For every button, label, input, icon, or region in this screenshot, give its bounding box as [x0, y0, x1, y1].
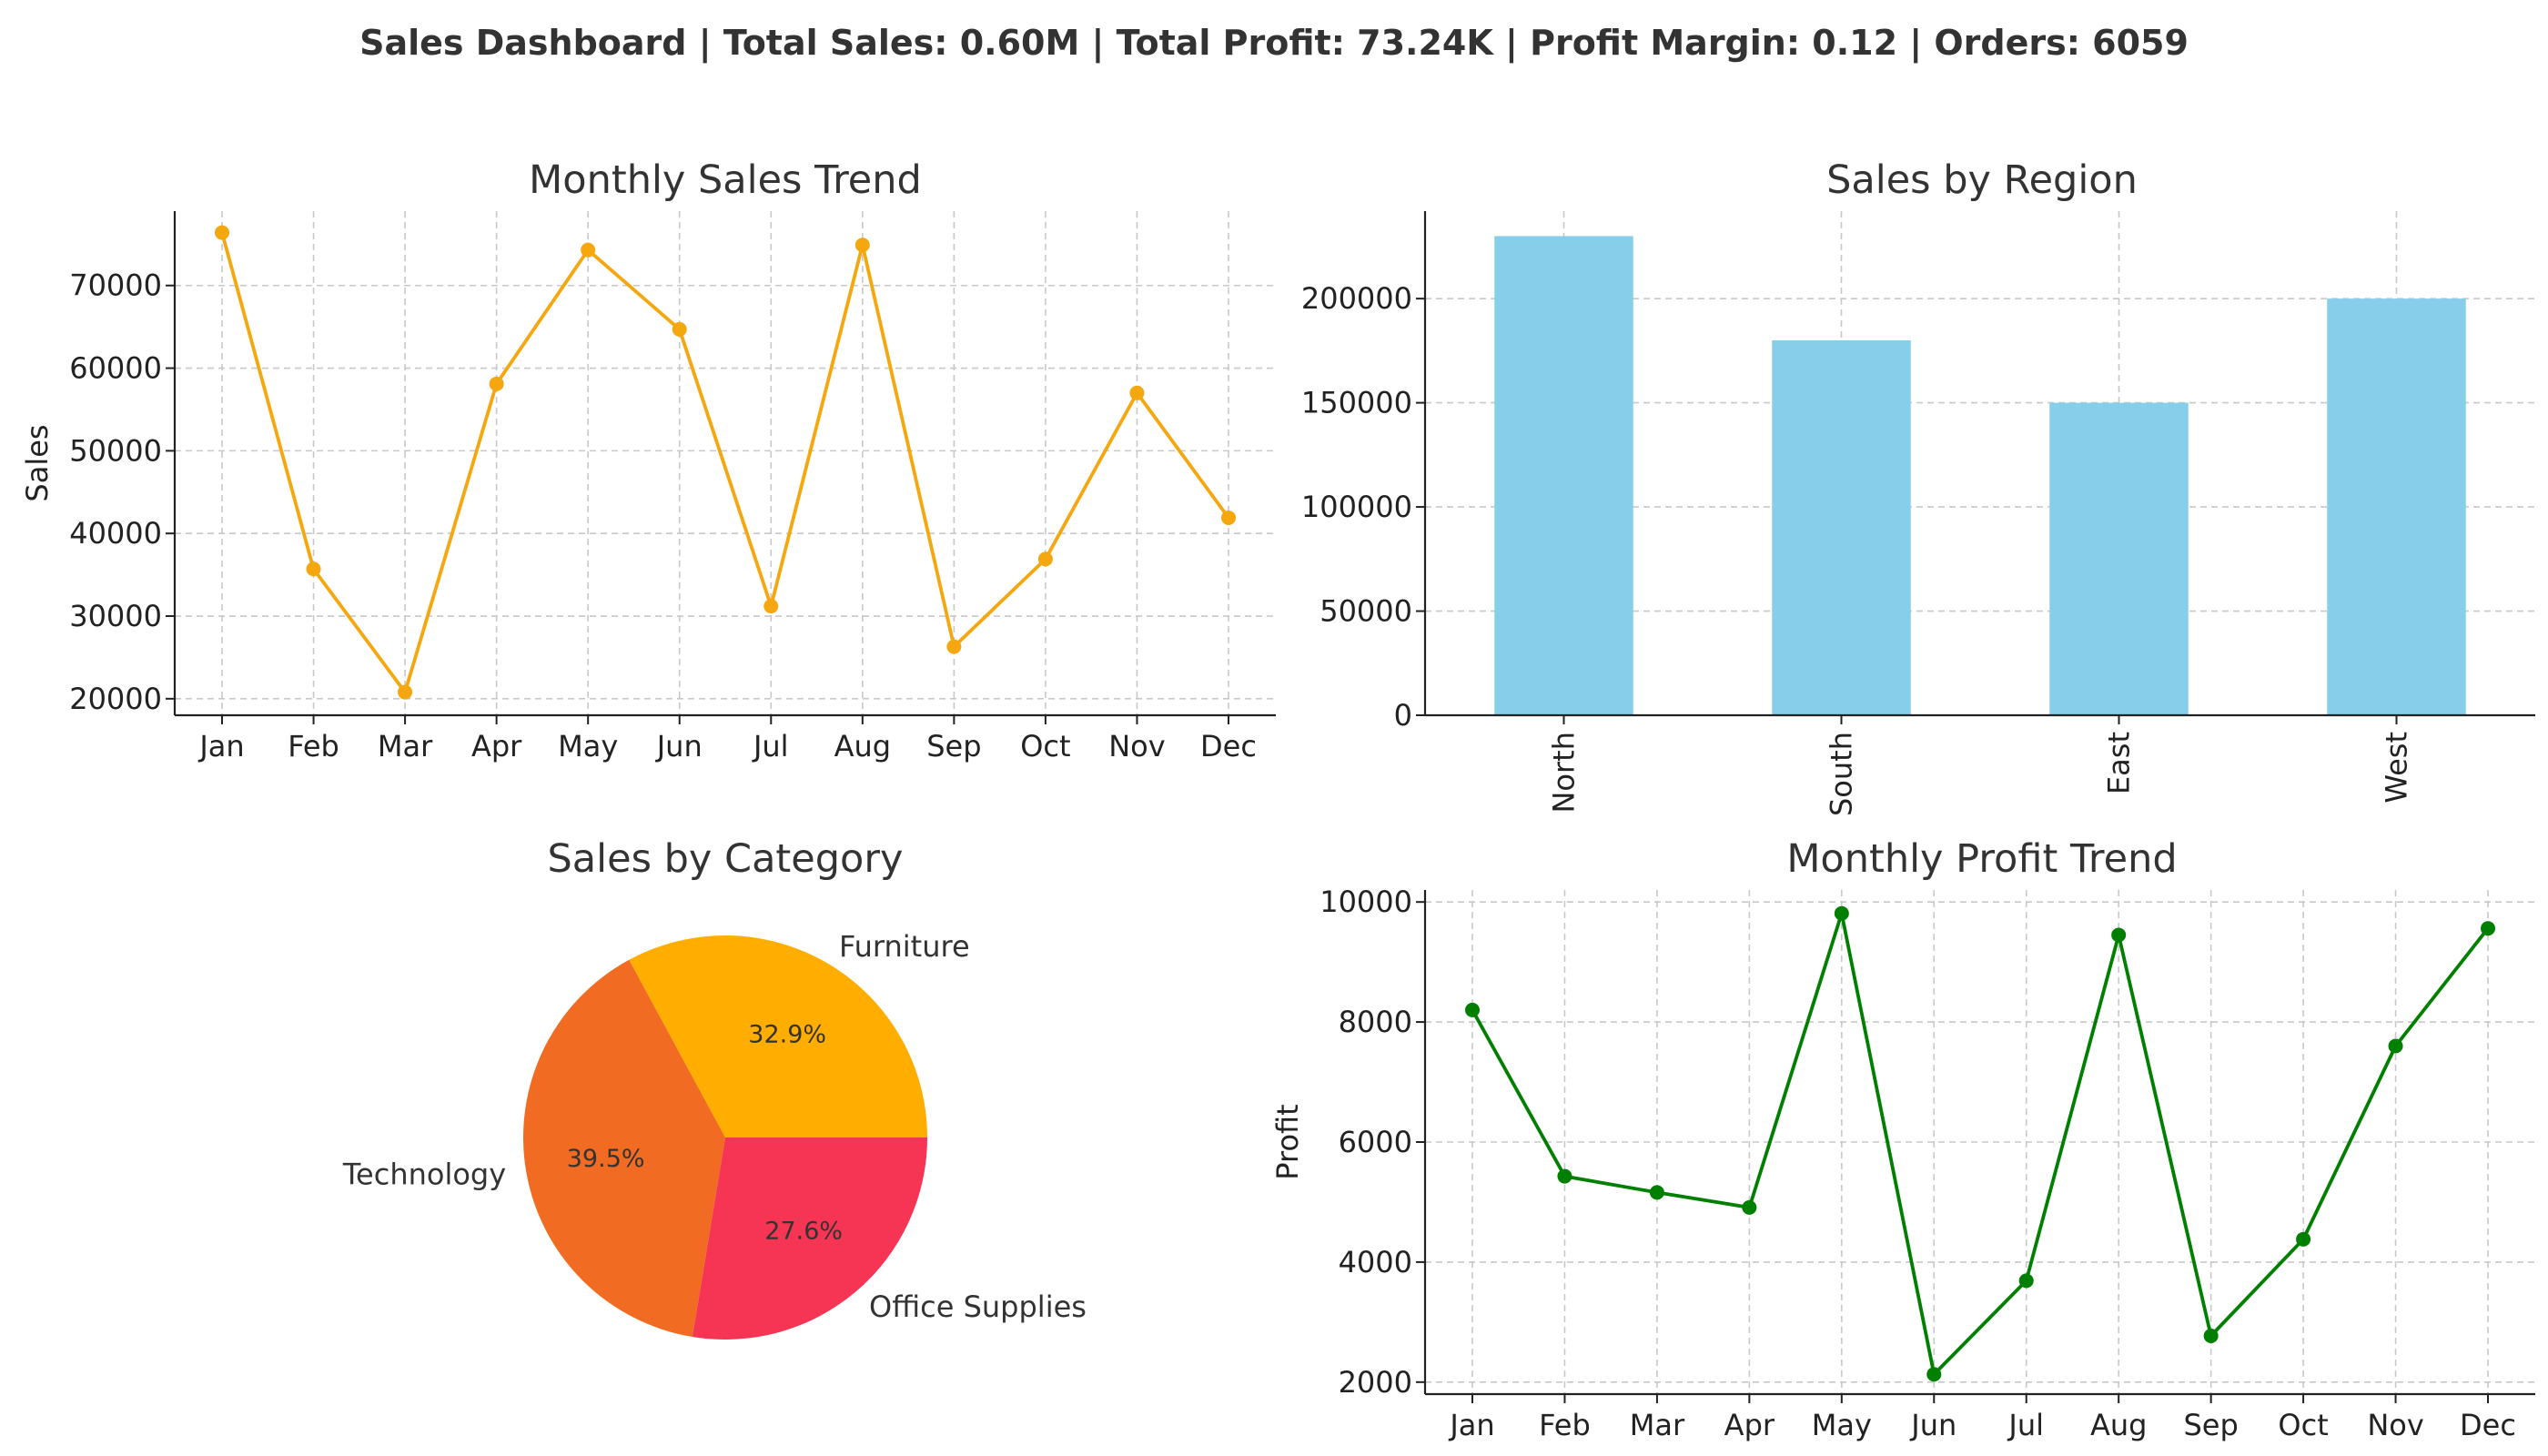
- data-point: [489, 376, 504, 391]
- pie-percent-technology: 39.5%: [567, 1145, 645, 1173]
- bar-west: [2327, 298, 2466, 715]
- y-tick-label: 70000: [69, 268, 162, 303]
- pie-percent-furniture: 32.9%: [748, 1021, 826, 1049]
- y-tick-label: 30000: [69, 599, 162, 633]
- bar-east: [2049, 402, 2189, 715]
- x-tick-label: Sep: [2183, 1408, 2238, 1442]
- x-tick-label: Feb: [288, 729, 339, 763]
- sales-by-category-chart: Sales by Category Furniture 32.9% Technolo…: [342, 836, 1087, 1340]
- y-tick-label: 50000: [1320, 594, 1412, 629]
- series-line: [1471, 911, 2490, 1377]
- x-tick-label: Aug: [834, 729, 891, 763]
- pie-percent-office-supplies: 27.6%: [764, 1218, 843, 1246]
- sales-by-category-title: Sales by Category: [548, 836, 904, 882]
- x-tick-label: May: [558, 729, 618, 763]
- monthly-sales-trend-title: Monthly Sales Trend: [529, 157, 922, 203]
- sales-by-region-chart: Sales by Region 0 50000 100000 150000 200000…: [1301, 157, 2535, 816]
- x-tick-label: Dec: [2460, 1408, 2516, 1442]
- series-line: [220, 232, 1230, 694]
- dashboard-title: Sales Dashboard | Total Sales: 0.60M | T…: [359, 23, 2189, 64]
- data-point: [1926, 1367, 1942, 1382]
- data-point: [1221, 510, 1236, 525]
- x-tick-label: West: [2380, 732, 2414, 804]
- x-tick-label: Apr: [1724, 1408, 1775, 1442]
- bar-north: [1494, 236, 1633, 715]
- data-point: [2018, 1273, 2034, 1289]
- monthly-profit-trend-chart: Monthly Profit Trend 2000 4000 6000 8000 100…: [1270, 836, 2535, 1442]
- x-tick-label: Dec: [1200, 729, 1257, 763]
- data-point: [763, 599, 779, 614]
- y-tick-label: 200000: [1301, 281, 1412, 316]
- x-tick-label: Jan: [197, 729, 244, 763]
- y-tick-label: 0: [1394, 698, 1412, 733]
- y-tick-label: 6000: [1339, 1125, 1412, 1159]
- monthly-sales-trend-chart: Monthly Sales Trend 20000 30000 40000 50000…: [20, 157, 1276, 763]
- data-point: [1465, 1002, 1480, 1017]
- y-tick-label: 8000: [1339, 1005, 1412, 1039]
- bar-south: [1772, 339, 1911, 715]
- x-tick-label: Nov: [1108, 729, 1165, 763]
- data-point: [946, 639, 962, 654]
- x-tick-label: May: [1812, 1408, 1872, 1442]
- monthly-profit-trend-title: Monthly Profit Trend: [1786, 836, 2177, 882]
- x-tick-label: Mar: [1630, 1408, 1685, 1442]
- data-point: [398, 684, 413, 700]
- sales-dashboard: Sales Dashboard | Total Sales: 0.60M | T…: [20, 23, 2535, 1442]
- y-axis-label: Sales: [20, 424, 55, 501]
- x-tick-label: Mar: [378, 729, 433, 763]
- x-tick-label: Jun: [655, 729, 703, 763]
- data-point: [2111, 927, 2127, 943]
- x-tick-label: Jun: [1909, 1408, 1956, 1442]
- pie-label-furniture: Furniture: [839, 929, 970, 964]
- y-axis-label: Profit: [1270, 1104, 1305, 1179]
- data-point: [581, 242, 596, 258]
- x-tick-label: North: [1547, 732, 1582, 814]
- pie-label-office-supplies: Office Supplies: [869, 1289, 1087, 1324]
- x-tick-label: Jul: [2007, 1408, 2044, 1442]
- x-tick-label: East: [2102, 732, 2137, 794]
- x-tick-label: Feb: [1539, 1408, 1591, 1442]
- data-point: [215, 225, 229, 240]
- data-point: [1834, 905, 1849, 921]
- y-tick-label: 4000: [1339, 1245, 1412, 1279]
- y-tick-label: 40000: [69, 516, 162, 551]
- data-point: [1037, 551, 1053, 567]
- y-tick-label: 50000: [69, 433, 162, 468]
- x-tick-label: Nov: [2367, 1408, 2423, 1442]
- data-point: [1129, 385, 1145, 400]
- data-point: [306, 561, 321, 577]
- x-tick-label: Aug: [2090, 1408, 2147, 1442]
- y-tick-label: 10000: [1320, 885, 1412, 919]
- data-point: [2388, 1038, 2403, 1054]
- data-point: [672, 321, 687, 337]
- x-tick-label: Jul: [752, 729, 789, 763]
- data-point: [1557, 1168, 1572, 1184]
- pie-label-technology: Technology: [342, 1157, 506, 1191]
- data-point: [2481, 921, 2495, 936]
- sales-by-region-title: Sales by Region: [1826, 157, 2138, 203]
- y-tick-label: 2000: [1339, 1365, 1412, 1400]
- x-tick-label: South: [1825, 732, 1859, 816]
- x-tick-label: Jan: [1448, 1408, 1494, 1442]
- x-tick-label: Apr: [471, 729, 522, 763]
- x-tick-label: Sep: [926, 729, 981, 763]
- x-tick-label: Oct: [2278, 1408, 2328, 1442]
- y-tick-label: 20000: [69, 682, 162, 716]
- data-point: [1649, 1185, 1664, 1200]
- y-tick-label: 150000: [1301, 386, 1412, 420]
- x-tick-label: Oct: [1020, 729, 1070, 763]
- data-point: [1742, 1199, 1757, 1215]
- data-point: [854, 238, 870, 253]
- data-point: [2203, 1329, 2219, 1344]
- data-point: [2296, 1231, 2311, 1247]
- y-tick-label: 100000: [1301, 490, 1412, 524]
- y-tick-label: 60000: [69, 351, 162, 386]
